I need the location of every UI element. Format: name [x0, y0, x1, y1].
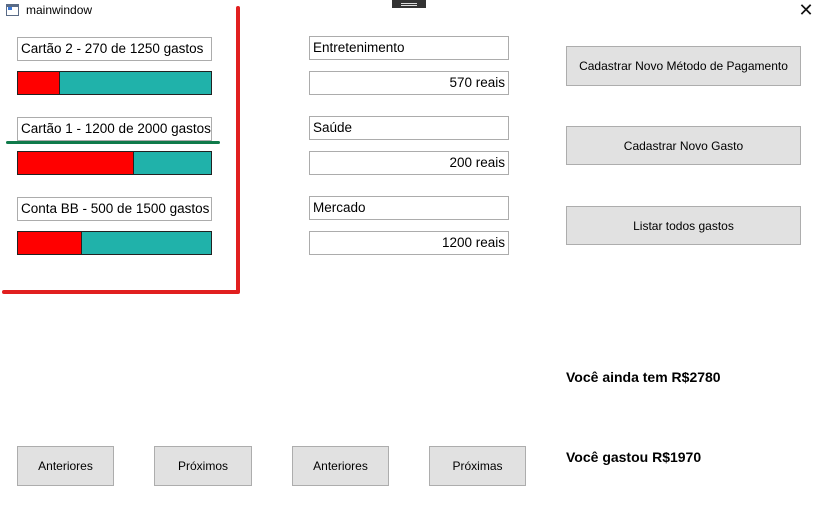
total-spent-text: Você gastou R$1970 — [566, 449, 702, 465]
category-amount: 1200 reais — [309, 231, 509, 255]
payment-method-progress — [17, 151, 212, 175]
annotation-red-vertical-line — [236, 6, 240, 293]
payment-method-label: Cartão 1 - 1200 de 2000 gastos — [17, 117, 212, 141]
drag-handle-icon[interactable] — [392, 0, 426, 8]
category-name: Saúde — [309, 116, 509, 140]
window-icon — [6, 4, 19, 16]
category-name: Mercado — [309, 196, 509, 220]
categories-next-button[interactable]: Próximas — [429, 446, 526, 486]
category-amount: 200 reais — [309, 151, 509, 175]
progress-spent-fill — [18, 72, 60, 94]
payment-method-label: Cartão 2 - 270 de 1250 gastos — [17, 37, 212, 61]
progress-spent-fill — [18, 232, 83, 254]
new-payment-method-button[interactable]: Cadastrar Novo Método de Pagamento — [566, 46, 801, 86]
remaining-balance-text: Você ainda tem R$2780 — [566, 369, 721, 385]
title-bar: mainwindow ✕ — [0, 0, 818, 22]
payment-method-label: Conta BB - 500 de 1500 gastos — [17, 197, 212, 221]
methods-next-button[interactable]: Próximos — [154, 446, 252, 486]
categories-previous-button[interactable]: Anteriores — [292, 446, 389, 486]
payment-method-progress — [17, 71, 212, 95]
methods-previous-button[interactable]: Anteriores — [17, 446, 114, 486]
window-title: mainwindow — [26, 3, 93, 17]
category-amount: 570 reais — [309, 71, 509, 95]
progress-spent-fill — [18, 152, 134, 174]
category-name: Entretenimento — [309, 36, 509, 60]
list-expenses-button[interactable]: Listar todos gastos — [566, 206, 801, 245]
new-expense-button[interactable]: Cadastrar Novo Gasto — [566, 126, 801, 165]
annotation-green-underline — [6, 141, 220, 144]
annotation-red-horizontal-line — [2, 290, 240, 294]
close-icon[interactable]: ✕ — [796, 0, 816, 20]
payment-method-progress — [17, 231, 212, 255]
